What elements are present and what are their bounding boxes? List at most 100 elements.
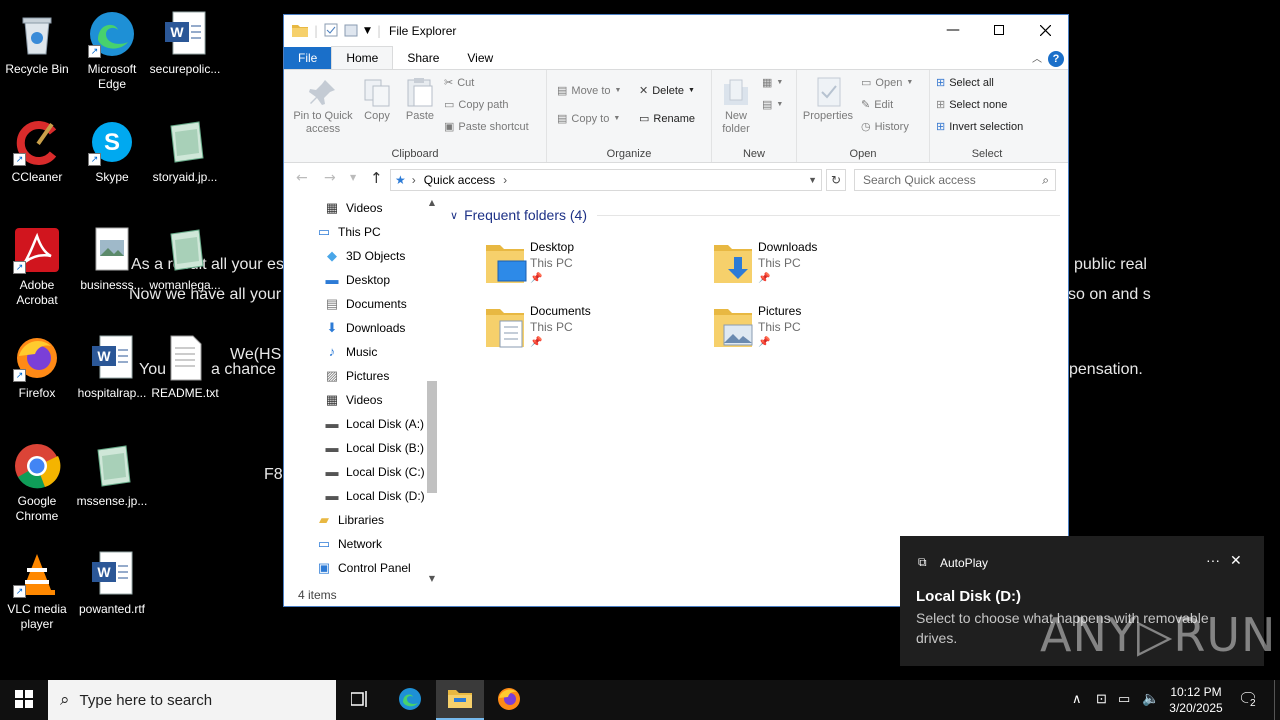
scrollbar-thumb[interactable] [427, 381, 437, 493]
desktop-icon-vlc[interactable]: ↗ VLC media player [0, 544, 75, 632]
clock[interactable]: 10:12 PM 3/20/2025 [1166, 684, 1226, 716]
nav-item[interactable]: ▬ Local Disk (A:) [284, 412, 440, 436]
nav-item[interactable]: ▬ Local Disk (D:) [284, 484, 440, 508]
history-button[interactable]: ◷ History [861, 120, 909, 134]
back-arrow-icon[interactable]: ← [296, 170, 308, 186]
rename-button[interactable]: ▭ Rename [639, 112, 695, 126]
nav-item[interactable]: ▰ Libraries [284, 508, 440, 532]
nav-item[interactable]: ▬ Local Disk (C:) [284, 460, 440, 484]
tab-file[interactable]: File [284, 47, 332, 69]
cut-button[interactable]: ✂ Cut [444, 76, 474, 90]
copy-path-button[interactable]: ▭ Copy path [444, 98, 509, 112]
collapse-ribbon-icon[interactable]: ︿ [1032, 50, 1042, 65]
show-desktop-button[interactable] [1274, 680, 1280, 720]
help-icon[interactable]: ? [1048, 51, 1064, 67]
paste-button[interactable]: Paste [400, 76, 440, 123]
copy-button[interactable]: Copy [360, 76, 394, 123]
minimize-button[interactable]: — [930, 15, 976, 45]
scroll-up-arrow-icon[interactable]: ▲ [424, 195, 440, 211]
desktop-icon-businesss[interactable]: businesss... [74, 220, 150, 293]
action-center-button[interactable]: 🗨 2 [1238, 689, 1258, 709]
move-to-button[interactable]: ▤ Move to ▼ [557, 84, 621, 98]
taskbar-file-explorer-button[interactable] [436, 680, 484, 720]
desktop-icon-recycle-bin[interactable]: Recycle Bin [0, 4, 75, 77]
desktop-icon-chrome[interactable]: Google Chrome [0, 436, 75, 524]
new-item-button[interactable]: ▦ ▼ [762, 76, 783, 89]
edit-button[interactable]: ✎ Edit [861, 98, 893, 112]
desktop-icon-hospitalrap[interactable]: W hospitalrap... [74, 328, 150, 401]
select-all-button[interactable]: ⊞ Select all [936, 76, 994, 90]
frequent-folders-header[interactable]: ∨ Frequent folders (4) [450, 207, 1060, 223]
task-view-button[interactable] [340, 680, 380, 720]
desktop-icon-mssense[interactable]: mssense.jp... [74, 436, 150, 509]
nav-item[interactable]: ▦ Videos [284, 196, 440, 220]
invert-selection-button[interactable]: ⊞ Invert selection [936, 120, 1023, 134]
close-button[interactable] [1022, 15, 1068, 45]
refresh-icon[interactable]: ↻ [826, 169, 846, 191]
nav-item[interactable]: ◆ 3D Objects [284, 244, 440, 268]
folder-tile-pictures[interactable]: Pictures This PC 📌 [712, 303, 801, 351]
taskbar-search-box[interactable]: ⌕ Type here to search [48, 680, 336, 720]
nav-item[interactable]: ▦ Videos [284, 388, 440, 412]
tab-view[interactable]: View [453, 47, 507, 69]
desktop-icon-skype[interactable]: S ↗ Skype [74, 112, 150, 185]
address-dropdown-icon[interactable]: ▼ [808, 175, 817, 185]
nav-item[interactable]: ♪ Music [284, 340, 440, 364]
more-options-icon[interactable]: ··· [1206, 552, 1220, 568]
taskbar-edge-button[interactable] [390, 680, 430, 720]
forward-arrow-icon[interactable]: → [324, 170, 336, 186]
easy-access-button[interactable]: ▤ ▼ [762, 98, 783, 111]
desktop-icon-ccleaner[interactable]: ↗ CCleaner [0, 112, 75, 185]
start-button[interactable] [0, 680, 48, 720]
tab-home[interactable]: Home [331, 46, 394, 69]
nav-item[interactable]: ⬇ Downloads [284, 316, 440, 340]
properties-icon[interactable] [324, 23, 338, 40]
nav-item[interactable]: ▭ This PC [284, 220, 440, 244]
new-folder-icon[interactable] [344, 23, 358, 40]
pin-icon[interactable]: 📌 [530, 335, 591, 351]
pin-icon[interactable]: 📌 [758, 271, 817, 287]
desktop-icon-storyaid[interactable]: storyaid.jp... [147, 112, 223, 185]
tab-share[interactable]: Share [393, 47, 453, 69]
nav-item[interactable]: ▤ Documents [284, 292, 440, 316]
new-folder-button[interactable]: New folder [716, 76, 756, 136]
paste-shortcut-button[interactable]: ▣ Paste shortcut [444, 120, 529, 134]
recent-locations-icon[interactable]: ▼ [350, 173, 356, 182]
desktop-icon-edge[interactable]: ↗ Microsoft Edge [74, 4, 150, 92]
up-arrow-icon[interactable]: ↑ [370, 169, 383, 187]
pin-to-quick-access-button[interactable]: Pin to Quick access [288, 76, 358, 136]
pin-icon[interactable]: 📌 [758, 335, 801, 351]
delete-button[interactable]: ✕ Delete ▼ [639, 84, 695, 98]
show-hidden-icons-chevron-icon[interactable]: ∧ [1072, 691, 1082, 707]
network-icon[interactable]: ▭ [1118, 691, 1130, 707]
nav-item[interactable]: ▨ Pictures [284, 364, 440, 388]
copy-to-button[interactable]: ▤ Copy to ▼ [557, 112, 620, 126]
pin-icon[interactable]: 📌 [530, 271, 574, 287]
meet-now-icon[interactable]: ⊡ [1096, 691, 1107, 707]
maximize-button[interactable] [976, 15, 1022, 45]
navigation-scrollbar[interactable]: ▲ ▼ [424, 195, 440, 587]
breadcrumb-quick-access[interactable]: Quick access [424, 173, 495, 187]
folder-tile-documents[interactable]: Documents This PC 📌 [484, 303, 591, 351]
chevron-down-icon[interactable]: ▼ [364, 26, 371, 36]
desktop-icon-firefox[interactable]: ↗ Firefox [0, 328, 75, 401]
volume-icon[interactable]: 🔈 [1142, 690, 1159, 707]
desktop-icon-acrobat[interactable]: ↗ Adobe Acrobat [0, 220, 75, 308]
desktop-icon-womanlega[interactable]: womanlega... [147, 220, 223, 293]
open-button[interactable]: ▭ Open ▼ [861, 76, 913, 90]
close-icon[interactable]: ✕ [1230, 552, 1242, 569]
scroll-down-arrow-icon[interactable]: ▼ [424, 571, 440, 587]
nav-item[interactable]: ▬ Desktop [284, 268, 440, 292]
desktop-icon-securepolic[interactable]: W securepolic... [147, 4, 223, 77]
address-bar[interactable]: ★ › Quick access › ▼ [390, 169, 822, 191]
search-box[interactable]: Search Quick access ⌕ [854, 169, 1056, 191]
folder-tile-downloads[interactable]: Downloads This PC 📌 [712, 239, 817, 287]
desktop-icon-readme[interactable]: README.txt [147, 328, 223, 401]
nav-item[interactable]: ▭ Network [284, 532, 440, 556]
properties-button[interactable]: Properties [801, 76, 855, 123]
taskbar-firefox-button[interactable] [486, 680, 532, 720]
autoplay-notification[interactable]: ⧉ AutoPlay ··· ✕ Local Disk (D:) Select … [900, 536, 1275, 666]
title-bar[interactable]: | ▼ | File Explorer — [284, 15, 1068, 47]
nav-item[interactable]: ▬ Local Disk (B:) [284, 436, 440, 460]
select-none-button[interactable]: ⊞ Select none [936, 98, 1007, 112]
